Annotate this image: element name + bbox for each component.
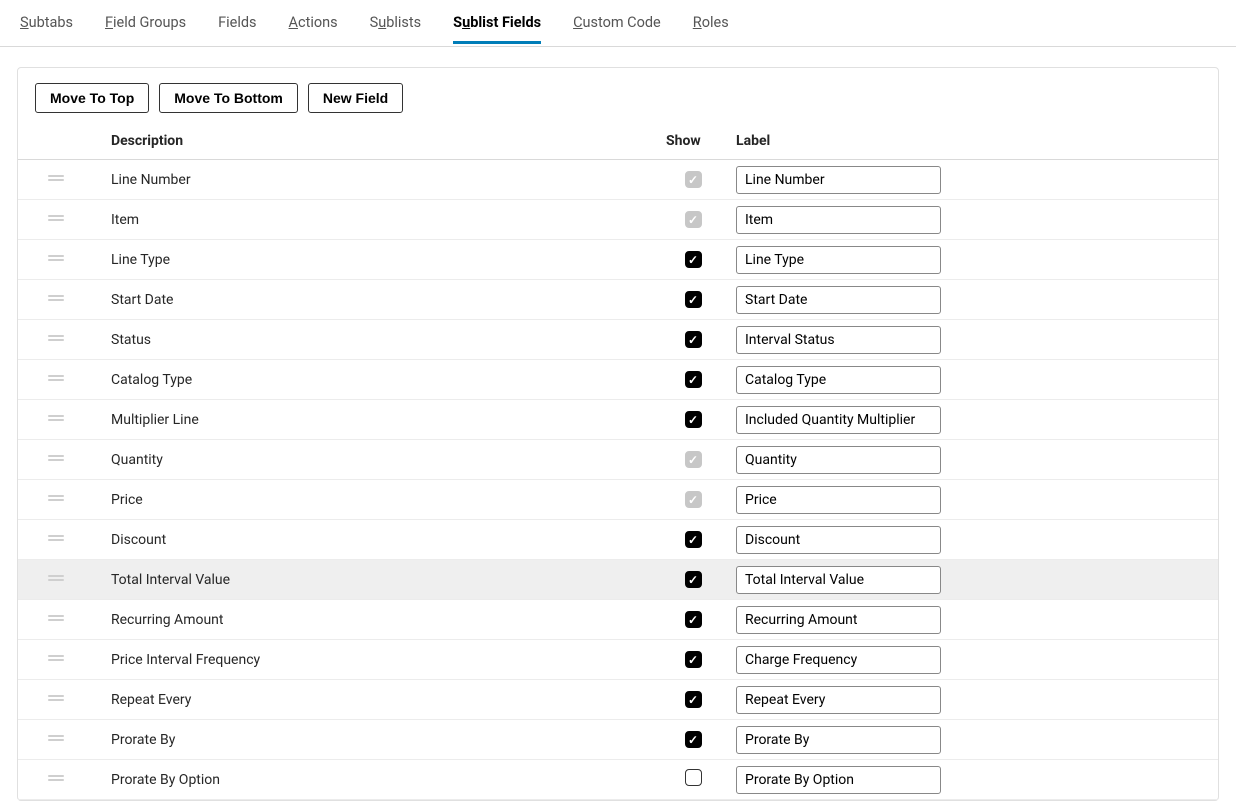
drag-handle-icon[interactable] bbox=[48, 695, 64, 705]
table-row[interactable]: Price Interval Frequency ✓ bbox=[18, 640, 1218, 680]
show-checkbox: ✓ bbox=[685, 211, 702, 228]
label-input[interactable] bbox=[736, 726, 941, 754]
table-row[interactable]: Prorate By ✓ bbox=[18, 720, 1218, 760]
label-input[interactable] bbox=[736, 326, 941, 354]
drag-handle-icon[interactable] bbox=[48, 655, 64, 665]
label-input[interactable] bbox=[736, 606, 941, 634]
description-cell: Repeat Every bbox=[103, 680, 658, 720]
label-input[interactable] bbox=[736, 686, 941, 714]
table-row[interactable]: Line Number ✓ bbox=[18, 160, 1218, 200]
table-row[interactable]: Total Interval Value ✓ bbox=[18, 560, 1218, 600]
table-row[interactable]: Item ✓ bbox=[18, 200, 1218, 240]
show-checkbox[interactable]: ✓ bbox=[685, 651, 702, 668]
description-cell: Total Interval Value bbox=[103, 560, 658, 600]
description-cell: Item bbox=[103, 200, 658, 240]
drag-handle-icon[interactable] bbox=[48, 215, 64, 225]
show-checkbox: ✓ bbox=[685, 451, 702, 468]
label-input[interactable] bbox=[736, 646, 941, 674]
col-header-show: Show bbox=[658, 125, 728, 160]
drag-handle-icon[interactable] bbox=[48, 375, 64, 385]
show-checkbox[interactable]: ✓ bbox=[685, 731, 702, 748]
table-row[interactable]: Multiplier Line ✓ bbox=[18, 400, 1218, 440]
description-cell: Discount bbox=[103, 520, 658, 560]
label-input[interactable] bbox=[736, 406, 941, 434]
table-row[interactable]: Prorate By Option bbox=[18, 760, 1218, 800]
label-input[interactable] bbox=[736, 206, 941, 234]
drag-handle-icon[interactable] bbox=[48, 415, 64, 425]
label-input[interactable] bbox=[736, 366, 941, 394]
toolbar: Move To Top Move To Bottom New Field bbox=[18, 68, 1218, 125]
tab-subtabs[interactable]: Subtabs bbox=[20, 14, 73, 41]
drag-handle-icon[interactable] bbox=[48, 295, 64, 305]
new-field-button[interactable]: New Field bbox=[308, 83, 403, 113]
description-cell: Prorate By bbox=[103, 720, 658, 760]
description-cell: Catalog Type bbox=[103, 360, 658, 400]
drag-handle-icon[interactable] bbox=[48, 615, 64, 625]
label-input[interactable] bbox=[736, 166, 941, 194]
label-input[interactable] bbox=[736, 286, 941, 314]
description-cell: Prorate By Option bbox=[103, 760, 658, 800]
fields-table: Description Show Label Line Number ✓ Item ✓… bbox=[18, 125, 1218, 800]
tab-custom-code[interactable]: Custom Code bbox=[573, 14, 661, 41]
col-header-label: Label bbox=[728, 125, 1218, 160]
drag-handle-icon[interactable] bbox=[48, 775, 64, 785]
description-cell: Line Number bbox=[103, 160, 658, 200]
show-checkbox[interactable]: ✓ bbox=[685, 291, 702, 308]
drag-handle-icon[interactable] bbox=[48, 335, 64, 345]
description-cell: Quantity bbox=[103, 440, 658, 480]
table-row[interactable]: Status ✓ bbox=[18, 320, 1218, 360]
show-checkbox[interactable]: ✓ bbox=[685, 331, 702, 348]
tab-actions[interactable]: Actions bbox=[289, 14, 338, 41]
label-input[interactable] bbox=[736, 526, 941, 554]
show-checkbox[interactable]: ✓ bbox=[685, 611, 702, 628]
move-to-bottom-button[interactable]: Move To Bottom bbox=[159, 83, 298, 113]
show-checkbox[interactable] bbox=[685, 769, 702, 786]
sublist-fields-panel: Move To Top Move To Bottom New Field Des… bbox=[17, 67, 1219, 801]
label-input[interactable] bbox=[736, 766, 941, 794]
description-cell: Status bbox=[103, 320, 658, 360]
drag-handle-icon[interactable] bbox=[48, 255, 64, 265]
drag-handle-icon[interactable] bbox=[48, 735, 64, 745]
description-cell: Recurring Amount bbox=[103, 600, 658, 640]
drag-handle-icon[interactable] bbox=[48, 455, 64, 465]
show-checkbox[interactable]: ✓ bbox=[685, 531, 702, 548]
description-cell: Price Interval Frequency bbox=[103, 640, 658, 680]
drag-handle-icon[interactable] bbox=[48, 535, 64, 545]
tabs-bar: Subtabs Field Groups Fields Actions Sublists… bbox=[0, 0, 1236, 47]
label-input[interactable] bbox=[736, 446, 941, 474]
table-row[interactable]: Catalog Type ✓ bbox=[18, 360, 1218, 400]
move-to-top-button[interactable]: Move To Top bbox=[35, 83, 149, 113]
tab-field-groups[interactable]: Field Groups bbox=[105, 14, 186, 41]
drag-handle-icon[interactable] bbox=[48, 575, 64, 585]
tab-fields[interactable]: Fields bbox=[218, 14, 256, 41]
description-cell: Price bbox=[103, 480, 658, 520]
label-input[interactable] bbox=[736, 566, 941, 594]
table-row[interactable]: Line Type ✓ bbox=[18, 240, 1218, 280]
table-row[interactable]: Price ✓ bbox=[18, 480, 1218, 520]
table-row[interactable]: Recurring Amount ✓ bbox=[18, 600, 1218, 640]
table-row[interactable]: Start Date ✓ bbox=[18, 280, 1218, 320]
table-row[interactable]: Repeat Every ✓ bbox=[18, 680, 1218, 720]
table-row[interactable]: Quantity ✓ bbox=[18, 440, 1218, 480]
show-checkbox: ✓ bbox=[685, 491, 702, 508]
tab-sublists[interactable]: Sublists bbox=[370, 14, 422, 41]
col-header-handle bbox=[18, 125, 103, 160]
show-checkbox[interactable]: ✓ bbox=[685, 371, 702, 388]
description-cell: Multiplier Line bbox=[103, 400, 658, 440]
drag-handle-icon[interactable] bbox=[48, 175, 64, 185]
show-checkbox[interactable]: ✓ bbox=[685, 571, 702, 588]
label-input[interactable] bbox=[736, 486, 941, 514]
show-checkbox[interactable]: ✓ bbox=[685, 411, 702, 428]
tab-sublist-fields[interactable]: Sublist Fields bbox=[453, 14, 541, 44]
table-row[interactable]: Discount ✓ bbox=[18, 520, 1218, 560]
show-checkbox[interactable]: ✓ bbox=[685, 691, 702, 708]
show-checkbox: ✓ bbox=[685, 171, 702, 188]
show-checkbox[interactable]: ✓ bbox=[685, 251, 702, 268]
description-cell: Line Type bbox=[103, 240, 658, 280]
tab-roles[interactable]: Roles bbox=[693, 14, 729, 41]
label-input[interactable] bbox=[736, 246, 941, 274]
col-header-description: Description bbox=[103, 125, 658, 160]
drag-handle-icon[interactable] bbox=[48, 495, 64, 505]
description-cell: Start Date bbox=[103, 280, 658, 320]
